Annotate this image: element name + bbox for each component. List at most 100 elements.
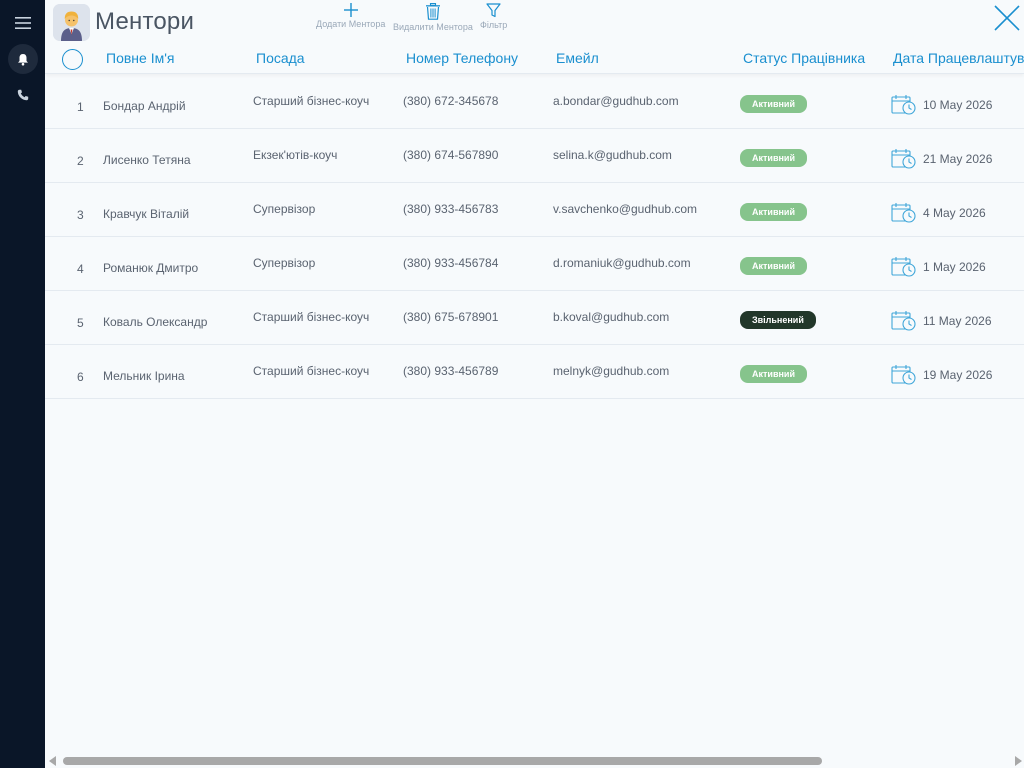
table-row[interactable]: 6 Мельник Ірина Старший бізнес-коуч (380) 9… <box>45 345 1024 399</box>
delete-mentor-label: Видалити Ментора <box>393 22 473 32</box>
cell-phone[interactable]: (380) 933-456784 <box>403 256 498 270</box>
cell-phone[interactable]: (380) 933-456783 <box>403 202 498 216</box>
delete-mentor-button[interactable]: Видалити Ментора <box>393 3 473 32</box>
date-text: 10 May 2026 <box>923 98 993 112</box>
column-header-position[interactable]: Посада <box>256 50 305 66</box>
cell-email[interactable]: d.romaniuk@gudhub.com <box>553 256 691 270</box>
cell-date: 10 May 2026 <box>891 94 992 116</box>
row-number: 4 <box>77 262 84 276</box>
row-number: 2 <box>77 154 84 168</box>
cell-email[interactable]: b.koval@gudhub.com <box>553 310 669 324</box>
cell-position: Старший бізнес-коуч <box>253 310 370 324</box>
row-number: 1 <box>77 100 84 114</box>
calendar-clock-icon <box>891 311 916 331</box>
cell-date: 4 May 2026 <box>891 202 986 224</box>
cell-position: Старший бізнес-коуч <box>253 94 370 108</box>
calendar-clock-icon <box>891 149 916 169</box>
filter-button[interactable]: Фільтр <box>480 3 507 30</box>
cell-position: Старший бізнес-коуч <box>253 364 370 378</box>
main-panel: Ментори Додати Ментора Видалити Ментора <box>45 0 1024 768</box>
date-text: 21 May 2026 <box>923 152 993 166</box>
cell-position: Супервізор <box>253 202 316 216</box>
cell-status: Активний <box>740 149 807 167</box>
cell-date: 19 May 2026 <box>891 364 992 386</box>
mentor-avatar-icon <box>53 4 90 41</box>
table-row[interactable]: 1 Бондар Андрій Старший бізнес-коуч (380) 6… <box>45 75 1024 129</box>
calendar-clock-icon <box>891 257 916 277</box>
scroll-left-icon[interactable] <box>49 756 57 766</box>
calendar-clock-icon <box>891 203 916 223</box>
left-rail <box>0 0 45 768</box>
column-header-email[interactable]: Емейл <box>556 50 599 66</box>
cell-email[interactable]: a.bondar@gudhub.com <box>553 94 679 108</box>
scrollbar-thumb[interactable] <box>63 757 822 765</box>
column-header-name[interactable]: Повне Ім'я <box>106 50 174 66</box>
cell-name[interactable]: Коваль Олександр <box>103 315 207 329</box>
add-mentor-label: Додати Ментора <box>316 19 386 29</box>
page-title: Ментори <box>95 8 195 35</box>
select-all-checkbox[interactable] <box>62 49 83 70</box>
status-badge: Активний <box>740 203 807 221</box>
cell-name[interactable]: Кравчук Віталій <box>103 207 189 221</box>
column-header-status[interactable]: Статус Працівника <box>743 50 865 66</box>
table-row[interactable]: 3 Кравчук Віталій Супервізор (380) 933-4567… <box>45 183 1024 237</box>
cell-name[interactable]: Мельник Ірина <box>103 369 185 383</box>
cell-status: Звільнений <box>740 311 816 329</box>
table-body: 1 Бондар Андрій Старший бізнес-коуч (380) 6… <box>45 75 1024 399</box>
horizontal-scrollbar[interactable] <box>45 754 1024 768</box>
cell-email[interactable]: v.savchenko@gudhub.com <box>553 202 697 216</box>
phone-icon <box>17 89 29 101</box>
cell-phone[interactable]: (380) 674-567890 <box>403 148 498 162</box>
menu-icon <box>15 17 31 29</box>
filter-label: Фільтр <box>480 20 508 30</box>
scroll-right-icon[interactable] <box>1014 756 1022 766</box>
cell-name[interactable]: Лисенко Тетяна <box>103 153 191 167</box>
cell-status: Активний <box>740 95 807 113</box>
cell-phone[interactable]: (380) 933-456789 <box>403 364 498 378</box>
cell-position: Супервізор <box>253 256 316 270</box>
cell-name[interactable]: Бондар Андрій <box>103 99 186 113</box>
table-row[interactable]: 5 Коваль Олександр Старший бізнес-коуч (380… <box>45 291 1024 345</box>
trash-icon <box>425 3 440 20</box>
calendar-clock-icon <box>891 365 916 385</box>
row-number: 3 <box>77 208 84 222</box>
plus-icon <box>343 3 358 17</box>
date-text: 1 May 2026 <box>923 260 986 274</box>
bell-icon <box>18 53 28 65</box>
row-number: 5 <box>77 316 84 330</box>
cell-position: Екзек'ютів-коуч <box>253 148 338 162</box>
date-text: 4 May 2026 <box>923 206 986 220</box>
cell-email[interactable]: selina.k@gudhub.com <box>553 148 672 162</box>
date-text: 11 May 2026 <box>923 314 992 328</box>
cell-phone[interactable]: (380) 675-678901 <box>403 310 498 324</box>
menu-button[interactable] <box>8 8 38 38</box>
cell-date: 1 May 2026 <box>891 256 986 278</box>
row-number: 6 <box>77 370 84 384</box>
column-header-date[interactable]: Дата Працевлаштування <box>893 50 1024 66</box>
table-header: Повне Ім'я Посада Номер Телефону Емейл С… <box>45 44 1024 74</box>
cell-date: 11 May 2026 <box>891 310 992 332</box>
calls-button[interactable] <box>8 80 38 110</box>
add-mentor-button[interactable]: Додати Ментора <box>316 3 385 29</box>
table-row[interactable]: 2 Лисенко Тетяна Екзек'ютів-коуч (380) 674-… <box>45 129 1024 183</box>
table-row[interactable]: 4 Романюк Дмитро Супервізор (380) 933-45678… <box>45 237 1024 291</box>
calendar-clock-icon <box>891 95 916 115</box>
status-badge: Активний <box>740 365 807 383</box>
notifications-button[interactable] <box>8 44 38 74</box>
filter-icon <box>486 3 501 18</box>
status-badge: Звільнений <box>740 311 816 329</box>
cell-status: Активний <box>740 203 807 221</box>
close-button[interactable] <box>992 3 1022 33</box>
status-badge: Активний <box>740 149 807 167</box>
status-badge: Активний <box>740 257 807 275</box>
close-icon <box>994 5 1020 31</box>
cell-date: 21 May 2026 <box>891 148 992 170</box>
cell-name[interactable]: Романюк Дмитро <box>103 261 198 275</box>
cell-phone[interactable]: (380) 672-345678 <box>403 94 498 108</box>
cell-status: Активний <box>740 257 807 275</box>
app-avatar <box>53 4 90 41</box>
column-header-phone[interactable]: Номер Телефону <box>406 50 518 66</box>
cell-email[interactable]: melnyk@gudhub.com <box>553 364 669 378</box>
app-header: Ментори Додати Ментора Видалити Ментора <box>45 0 1024 44</box>
date-text: 19 May 2026 <box>923 368 993 382</box>
